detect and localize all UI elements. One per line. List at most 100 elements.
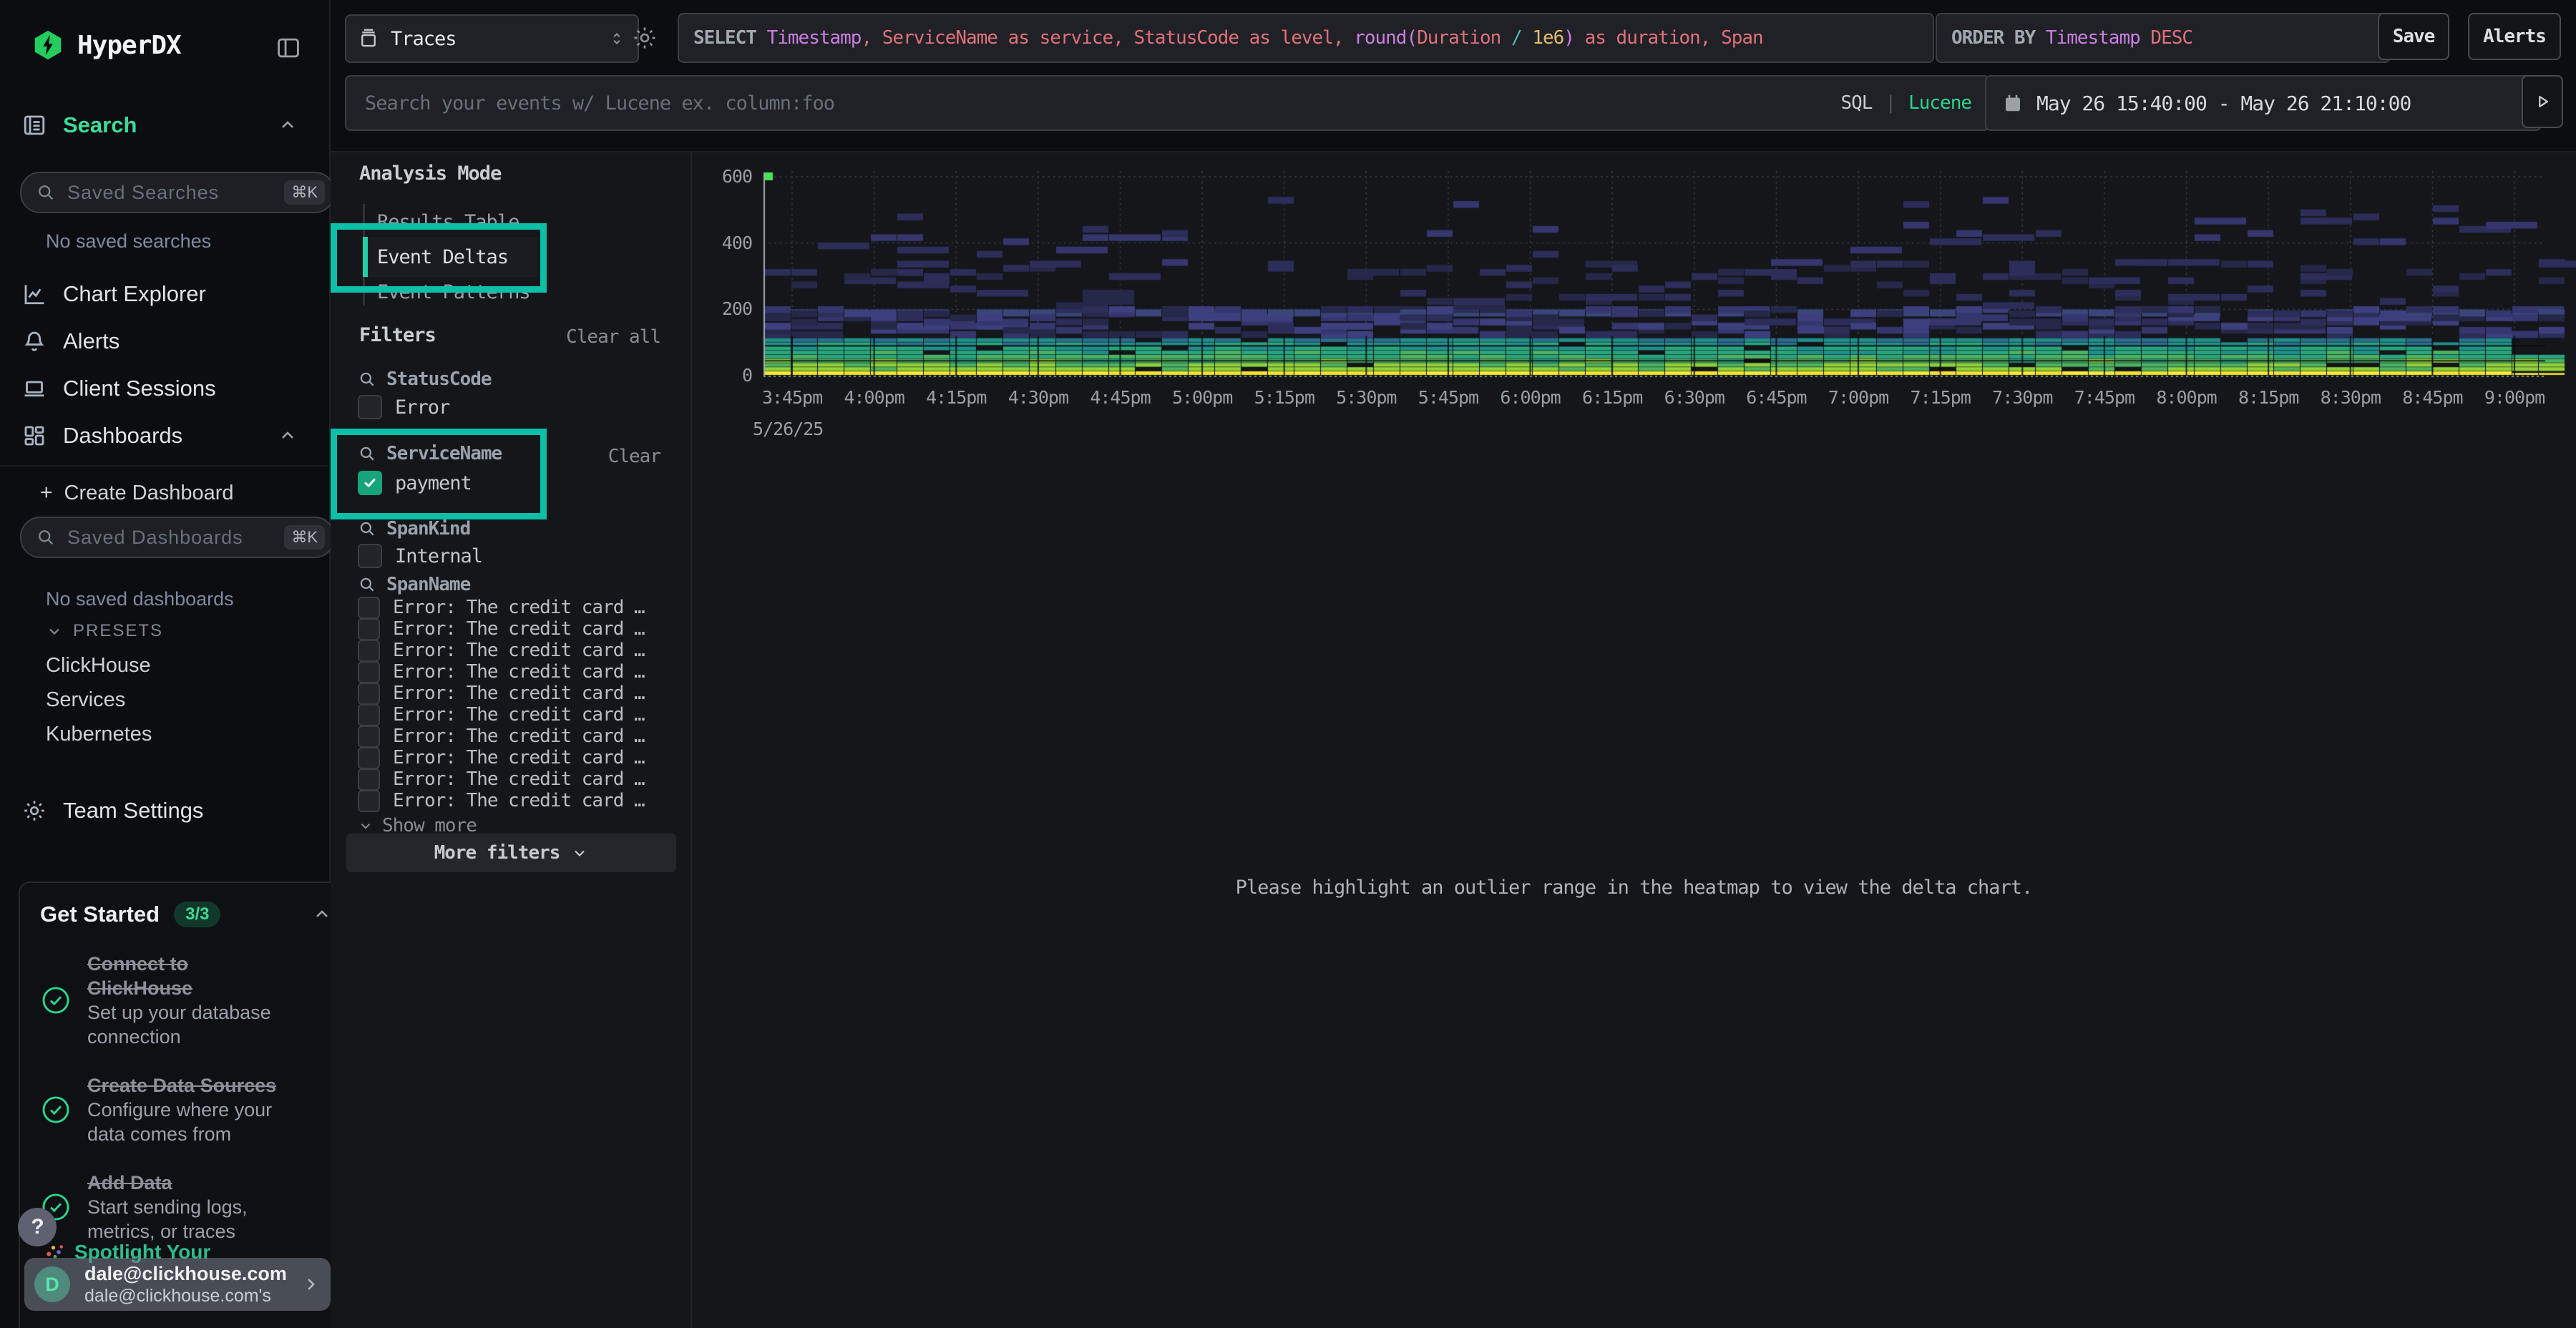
sidebar-item-client-sessions[interactable]: Client Sessions [21,372,308,405]
no-saved-searches-note: No saved searches [46,230,211,253]
spanname-filter-row[interactable]: Error: The credit card … [358,790,645,811]
language-toggle-sql[interactable]: SQL [1840,92,1872,114]
empty-state-message: Please highlight an outlier range in the… [692,877,2576,899]
mode-results-table[interactable]: Results Table [377,211,519,233]
help-button[interactable]: ? [18,1208,57,1246]
filter-group-statuscode: StatusCode [358,368,492,390]
filter-panel: Analysis Mode Results Table Event Deltas… [331,152,692,1328]
gear-icon [21,798,47,824]
get-started-step[interactable]: Create Data Sources Configure where your… [40,1073,332,1146]
spanname-checkbox[interactable] [358,704,380,726]
source-settings-gear-icon[interactable] [631,24,658,52]
user-menu[interactable]: D dale@clickhouse.com dale@clickhouse.co… [24,1258,331,1311]
spanname-checkbox[interactable] [358,683,380,705]
saved-dashboards-field[interactable] [66,526,274,550]
duration-heatmap-canvas[interactable] [692,152,2576,453]
internal-checkbox[interactable] [358,544,382,568]
sidebar-item-label: Client Sessions [63,376,216,401]
sidebar-collapse-icon[interactable] [275,34,302,62]
spanname-filter-row[interactable]: Error: The credit card … [358,597,645,618]
get-started-step[interactable]: Add Data Start sending logs, metrics, or… [40,1171,332,1244]
clear-link[interactable]: Clear [608,446,660,467]
spanname-checkbox[interactable] [358,790,380,812]
chevron-down-icon [46,622,63,640]
spanname-filter-row[interactable]: Error: The credit card … [358,768,645,790]
preset-clickhouse[interactable]: ClickHouse [46,654,151,678]
preset-kubernetes[interactable]: Kubernetes [46,723,152,746]
sql-select-input[interactable]: SELECT Timestamp, ServiceName as service… [678,13,1934,63]
more-filters-button[interactable]: More filters [346,834,676,872]
source-select[interactable]: Traces [345,14,639,63]
logo[interactable]: HyperDX [31,29,181,62]
language-toggle-lucene[interactable]: Lucene [1908,92,1971,114]
event-search-input[interactable] [364,92,1828,115]
get-started-step[interactable]: Connect to ClickHouse Set up your databa… [40,952,332,1049]
spanname-checkbox[interactable] [358,618,380,640]
filter-group-name: SpanName [386,574,470,595]
chevron-down-icon [358,818,374,834]
step-title: Add Data [87,1172,172,1193]
preset-services[interactable]: Services [46,688,125,712]
sql-orderby-input[interactable]: ORDER BY Timestamp DESC [1936,13,2391,63]
hyperdx-logo-icon [31,29,64,62]
spanname-checkbox[interactable] [358,640,380,662]
alerts-button[interactable]: Alerts [2468,13,2561,60]
save-button[interactable]: Save [2378,13,2449,60]
y-tick-label: 400 [692,233,752,253]
event-search-bar[interactable]: SQL | Lucene [345,75,1990,131]
search-icon[interactable] [358,519,376,538]
filter-option-row[interactable]: Internal [358,545,482,567]
saved-searches-input[interactable]: ⌘K [20,172,335,213]
spanname-filter-row[interactable]: Error: The credit card … [358,747,645,768]
get-started-progress-badge: 3/3 [174,902,220,927]
spanname-label: Error: The credit card … [393,597,645,618]
filter-option-row[interactable]: payment [358,472,472,494]
spanname-label: Error: The credit card … [393,704,645,726]
chevron-up-icon[interactable] [312,904,332,924]
run-query-button[interactable] [2522,75,2563,128]
x-tick-label: 8:30pm [2304,387,2397,408]
saved-searches-field[interactable] [66,181,274,205]
error-checkbox[interactable] [358,395,382,419]
spanname-checkbox[interactable] [358,747,380,769]
clear-all-link[interactable]: Clear all [566,326,660,348]
spanname-checkbox[interactable] [358,768,380,791]
search-logs-icon [21,112,47,138]
search-icon[interactable] [358,444,376,463]
sidebar-item-alerts[interactable]: Alerts [21,325,308,358]
spanname-checkbox[interactable] [358,726,380,748]
sidebar-item-label: Chart Explorer [63,281,206,307]
filter-option-row[interactable]: Error [358,396,449,418]
search-icon[interactable] [358,370,376,389]
spanname-checkbox[interactable] [358,661,380,683]
presets-toggle[interactable]: PRESETS [46,621,163,641]
spanname-filter-row[interactable]: Error: The credit card … [358,726,645,747]
spanname-checkbox[interactable] [358,597,380,619]
search-icon[interactable] [358,575,376,594]
dashboard-icon [21,423,47,449]
spanname-filter-row[interactable]: Error: The credit card … [358,640,645,661]
search-icon [36,182,56,202]
spanname-filter-row[interactable]: Error: The credit card … [358,661,645,683]
sidebar-item-chart-explorer[interactable]: Chart Explorer [21,278,308,311]
saved-dashboards-input[interactable]: ⌘K [20,517,335,558]
sidebar-item-search[interactable]: Search [21,109,308,142]
sidebar-item-dashboards[interactable]: Dashboards [21,419,308,452]
step-description: Start sending logs, metrics, or traces [87,1196,248,1242]
x-tick-label: 8:15pm [2222,387,2315,408]
time-range-picker[interactable]: May 26 15:40:00 - May 26 21:10:00 [1985,75,2542,131]
mode-event-deltas-active[interactable]: Event Deltas [363,237,537,277]
mode-event-patterns[interactable]: Event Patterns [377,281,530,303]
payment-checkbox-checked[interactable] [358,471,382,495]
bell-icon [21,328,47,354]
sidebar-item-team-settings[interactable]: Team Settings [21,794,308,827]
filter-group-name: SpanKind [386,518,470,540]
main-panel: 6004002000 3:45pm4:00pm4:15pm4:30pm4:45p… [692,152,2576,1328]
get-started-header[interactable]: Get Started 3/3 [40,902,332,927]
x-tick-label: 5:45pm [1402,387,1495,408]
spanname-filter-row[interactable]: Error: The credit card … [358,683,645,704]
spanname-filter-row[interactable]: Error: The credit card … [358,704,645,726]
create-dashboard-button[interactable]: + Create Dashboard [40,481,234,505]
spanname-filter-row[interactable]: Error: The credit card … [358,618,645,640]
x-tick-label: 6:30pm [1648,387,1741,408]
